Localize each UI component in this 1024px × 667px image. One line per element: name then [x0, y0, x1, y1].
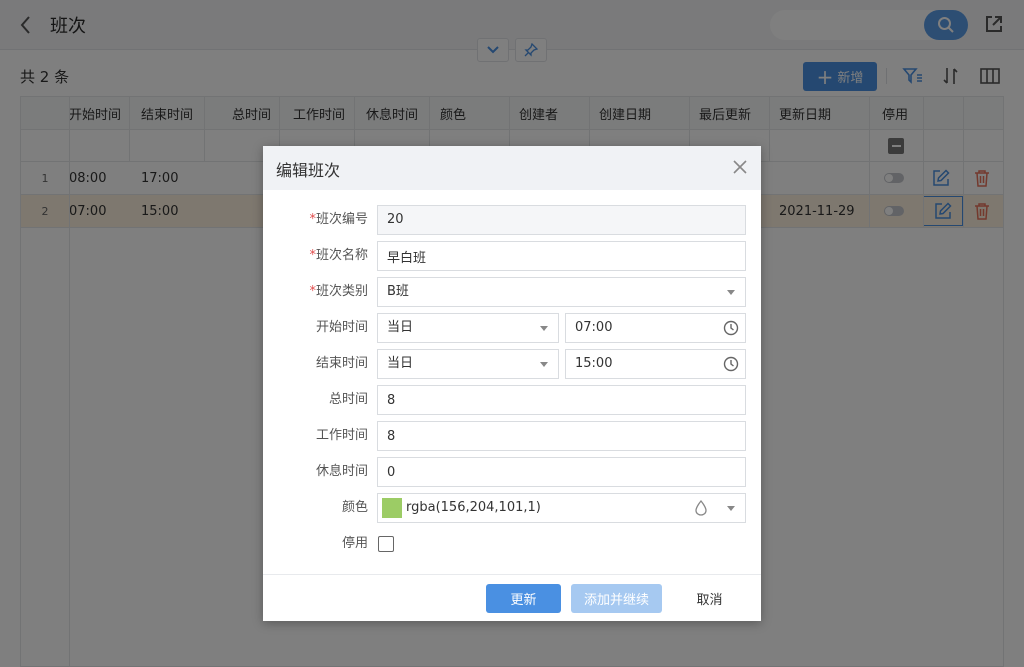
shift-name-label: *班次名称 — [309, 248, 368, 263]
close-button[interactable] — [730, 157, 750, 177]
chevron-down-icon — [540, 326, 548, 331]
color-picker[interactable]: rgba(156,204,101,1) — [377, 493, 746, 523]
chevron-down-icon — [540, 362, 548, 367]
edit-shift-dialog: 编辑班次 *班次编号 20 *班次名称 *班次类别 B班 开始时间 当日 07:… — [263, 146, 761, 621]
clock-icon — [723, 356, 739, 372]
start-day-select[interactable]: 当日 — [377, 313, 559, 343]
color-label: 颜色 — [341, 500, 368, 515]
color-swatch — [382, 498, 402, 518]
end-day-select[interactable]: 当日 — [377, 349, 559, 379]
rest-time-input[interactable] — [387, 458, 745, 486]
dialog-header: 编辑班次 — [263, 146, 761, 190]
color-value: rgba(156,204,101,1) — [406, 500, 541, 515]
add-continue-button[interactable]: 添加并继续 — [571, 584, 662, 613]
shift-code-field: 20 — [377, 205, 746, 235]
drop-icon — [695, 500, 707, 516]
work-time-label: 工作时间 — [315, 428, 368, 443]
shift-code-label: *班次编号 — [309, 212, 368, 227]
start-time-label: 开始时间 — [315, 320, 368, 335]
rest-time-field[interactable] — [377, 457, 746, 487]
dialog-title: 编辑班次 — [276, 161, 341, 180]
total-time-label: 总时间 — [328, 392, 368, 407]
total-time-field[interactable] — [377, 385, 746, 415]
cancel-button[interactable]: 取消 — [672, 584, 747, 613]
end-time-picker[interactable]: 15:00 — [565, 349, 746, 379]
end-time-label: 结束时间 — [315, 356, 368, 371]
close-icon — [733, 160, 747, 174]
disabled-label: 停用 — [341, 536, 368, 551]
disabled-checkbox[interactable] — [378, 536, 394, 552]
update-button[interactable]: 更新 — [486, 584, 561, 613]
rest-time-label: 休息时间 — [315, 464, 368, 479]
shift-category-select[interactable]: B班 — [377, 277, 746, 307]
shift-name-input[interactable] — [387, 242, 745, 270]
work-time-input[interactable] — [387, 422, 745, 450]
work-time-field[interactable] — [377, 421, 746, 451]
chevron-down-icon — [727, 290, 735, 295]
shift-category-label: *班次类别 — [309, 284, 368, 299]
shift-name-field[interactable] — [377, 241, 746, 271]
clock-icon — [723, 320, 739, 336]
total-time-input[interactable] — [387, 386, 745, 414]
dialog-footer-divider — [263, 574, 761, 575]
chevron-down-icon — [727, 506, 735, 511]
start-time-picker[interactable]: 07:00 — [565, 313, 746, 343]
